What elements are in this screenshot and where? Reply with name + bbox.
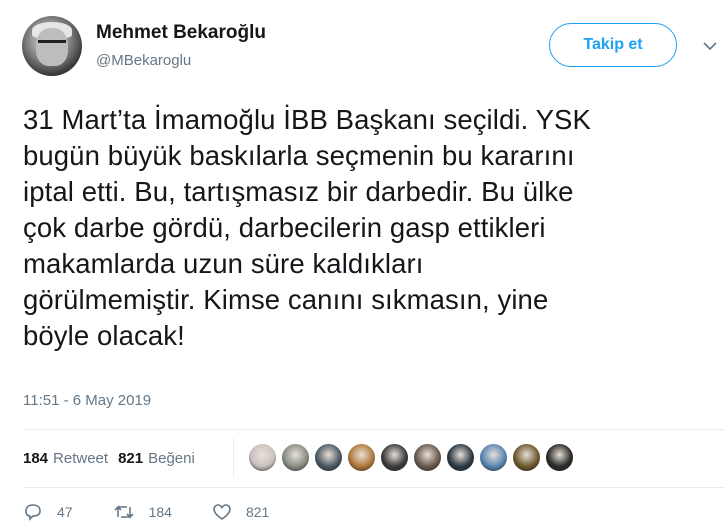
divider <box>233 438 234 478</box>
like-count: 821 <box>118 450 144 467</box>
author-avatar[interactable] <box>22 16 82 76</box>
liker-avatar[interactable] <box>380 443 409 472</box>
divider <box>23 429 724 430</box>
reply-button[interactable]: 47 <box>23 503 73 521</box>
retweet-count: 184 <box>23 450 49 467</box>
retweet-button[interactable]: 184 <box>113 503 172 521</box>
liker-avatar[interactable] <box>512 443 541 472</box>
author-name[interactable]: Mehmet Bekaroğlu <box>96 22 266 44</box>
tweet-actions: 47 184 821 <box>23 503 309 521</box>
avatar-glasses-shape <box>38 40 66 49</box>
like-button[interactable]: 821 <box>212 503 269 521</box>
author-handle[interactable]: @MBekaroglu <box>96 52 191 69</box>
liker-avatar[interactable] <box>347 443 376 472</box>
tweet-stats: 184 Retweet 821 Beğeni <box>23 450 205 467</box>
divider <box>23 487 724 488</box>
tweet-text-line: iptal etti. Bu, tartışmasız bir darbedir… <box>23 176 574 207</box>
liker-avatar[interactable] <box>281 443 310 472</box>
liker-avatar[interactable] <box>314 443 343 472</box>
tweet-text-line: görülmemiştir. Kimse canını sıkmasın, yi… <box>23 284 549 315</box>
heart-icon <box>213 504 231 520</box>
liker-avatar[interactable] <box>479 443 508 472</box>
retweet-icon <box>114 505 134 519</box>
retweet-label: Retweet <box>53 450 109 467</box>
reply-icon <box>25 504 41 521</box>
retweet-stat[interactable]: 184 Retweet <box>23 450 108 467</box>
tweet-header: Mehmet Bekaroğlu @MBekaroglu Takip et <box>0 0 724 90</box>
like-action-count: 821 <box>245 504 270 520</box>
tweet-text: 31 Mart’ta İmamoğlu İBB Başkanı seçildi.… <box>23 102 713 354</box>
tweet-text-line: böyle olacak! <box>23 320 185 351</box>
chevron-down-icon[interactable] <box>703 41 717 51</box>
tweet-timestamp[interactable]: 11:51 - 6 May 2019 <box>23 392 151 409</box>
tweet-text-line: 31 Mart’ta İmamoğlu İBB Başkanı seçildi.… <box>23 104 591 135</box>
liker-avatar[interactable] <box>413 443 442 472</box>
liker-avatar[interactable] <box>545 443 574 472</box>
tweet-text-line: çok darbe gördü, darbecilerin gasp ettik… <box>23 212 546 243</box>
like-stat[interactable]: 821 Beğeni <box>118 450 195 467</box>
liker-avatar[interactable] <box>446 443 475 472</box>
liker-avatar[interactable] <box>248 443 277 472</box>
tweet-text-line: makamlarda uzun süre kaldıkları <box>23 248 424 279</box>
reply-count: 47 <box>57 504 73 520</box>
retweet-action-count: 184 <box>148 504 172 520</box>
liker-avatars <box>248 443 578 472</box>
like-label: Beğeni <box>148 450 195 467</box>
follow-button[interactable]: Takip et <box>549 23 677 67</box>
tweet-text-line: bugün büyük baskılarla seçmenin bu karar… <box>23 140 575 171</box>
